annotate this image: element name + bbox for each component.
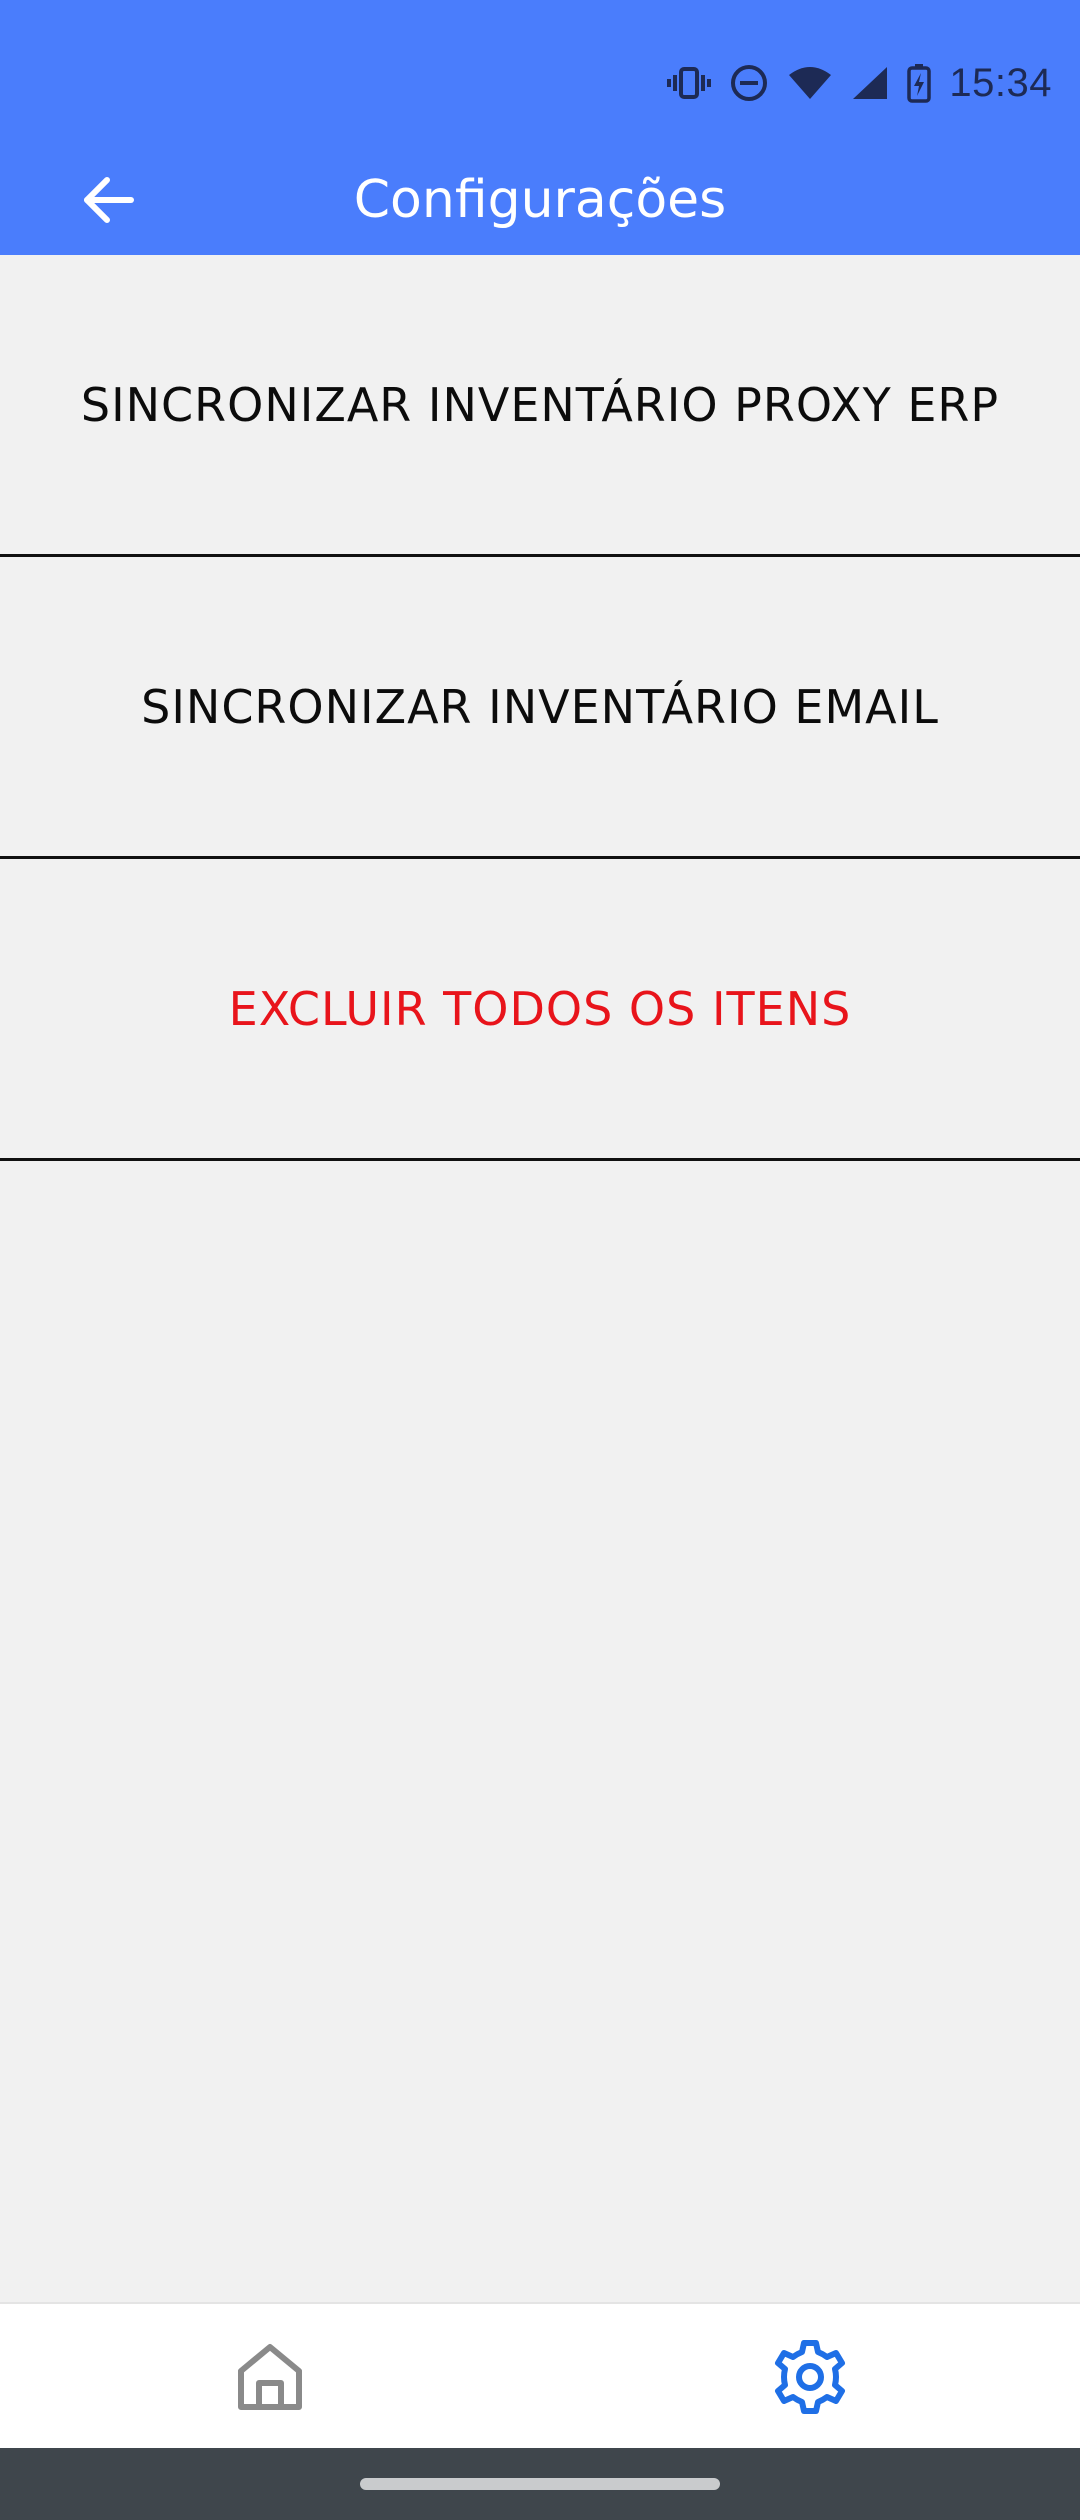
do-not-disturb-icon <box>729 63 769 103</box>
status-bar: 15:34 <box>0 0 1080 165</box>
gesture-handle[interactable] <box>360 2478 720 2490</box>
vibrate-icon <box>667 65 712 101</box>
bottom-nav <box>0 2302 1080 2448</box>
delete-all-items-label: EXCLUIR TODOS OS ITENS <box>228 981 852 1036</box>
status-icons: 15:34 <box>667 58 1052 108</box>
wifi-icon <box>787 65 833 101</box>
status-time: 15:34 <box>949 60 1052 105</box>
sync-email-button[interactable]: SINCRONIZAR INVENTÁRIO EMAIL <box>0 557 1080 859</box>
battery-charging-icon <box>907 63 932 103</box>
app-bar: Configurações <box>0 145 1080 255</box>
gear-icon <box>775 2340 845 2414</box>
system-navigation-bar <box>0 2448 1080 2520</box>
header: 15:34 Configurações <box>0 0 1080 255</box>
nav-home[interactable] <box>220 2332 320 2422</box>
delete-all-items-button[interactable]: EXCLUIR TODOS OS ITENS <box>0 859 1080 1161</box>
nav-settings[interactable] <box>760 2332 860 2422</box>
settings-screen: 15:34 Configurações SINCRONIZAR INVENTÁR… <box>0 0 1080 2520</box>
sync-proxy-erp-button[interactable]: SINCRONIZAR INVENTÁRIO PROXY ERP <box>0 255 1080 557</box>
home-icon <box>238 2344 302 2410</box>
sync-email-label: SINCRONIZAR INVENTÁRIO EMAIL <box>141 679 939 734</box>
settings-menu: SINCRONIZAR INVENTÁRIO PROXY ERP SINCRON… <box>0 255 1080 1161</box>
cell-signal-icon <box>851 65 889 101</box>
page-title: Configurações <box>353 170 727 230</box>
sync-proxy-erp-label: SINCRONIZAR INVENTÁRIO PROXY ERP <box>80 377 1000 432</box>
